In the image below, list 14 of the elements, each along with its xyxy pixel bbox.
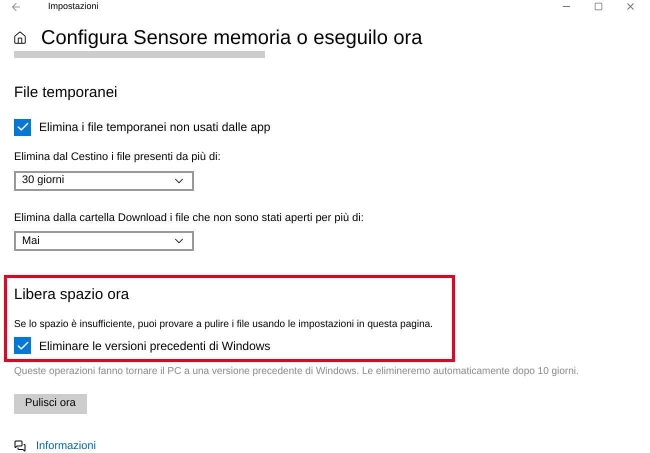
clean-now-button[interactable]: Pulisci ora xyxy=(14,394,87,414)
section-heading: File temporanei xyxy=(14,82,118,102)
section-heading: Libera spazio ora xyxy=(14,285,130,305)
field-label: Elimina dal Cestino i file presenti da più di: xyxy=(14,150,222,165)
dropdown[interactable]: Mai xyxy=(14,231,194,251)
info-link[interactable]: Informazioni xyxy=(36,438,96,453)
note-text: Queste operazioni fanno tornare il PC a una versione precedente di Windows. Le elimineremo automaticamente dopo 10 giorni. xyxy=(14,364,579,378)
checkbox-label: Eliminare le versioni precedenti di Windows xyxy=(39,338,270,354)
checkbox-label: Elimina i file temporanei non usati dalle app xyxy=(39,119,270,136)
field-label: Elimina dalla cartella Download i file che non sono stati aperti per più di: xyxy=(14,210,365,226)
description: Se lo spazio è insufficiente, puoi provare a pulire i file usando le impostazioni in questa pagina. xyxy=(14,318,434,332)
page-title: Configura Sensore memoria o eseguilo ora xyxy=(41,26,422,50)
window-title: Impostazioni xyxy=(48,0,99,13)
dropdown[interactable]: 30 giorni xyxy=(14,170,194,190)
